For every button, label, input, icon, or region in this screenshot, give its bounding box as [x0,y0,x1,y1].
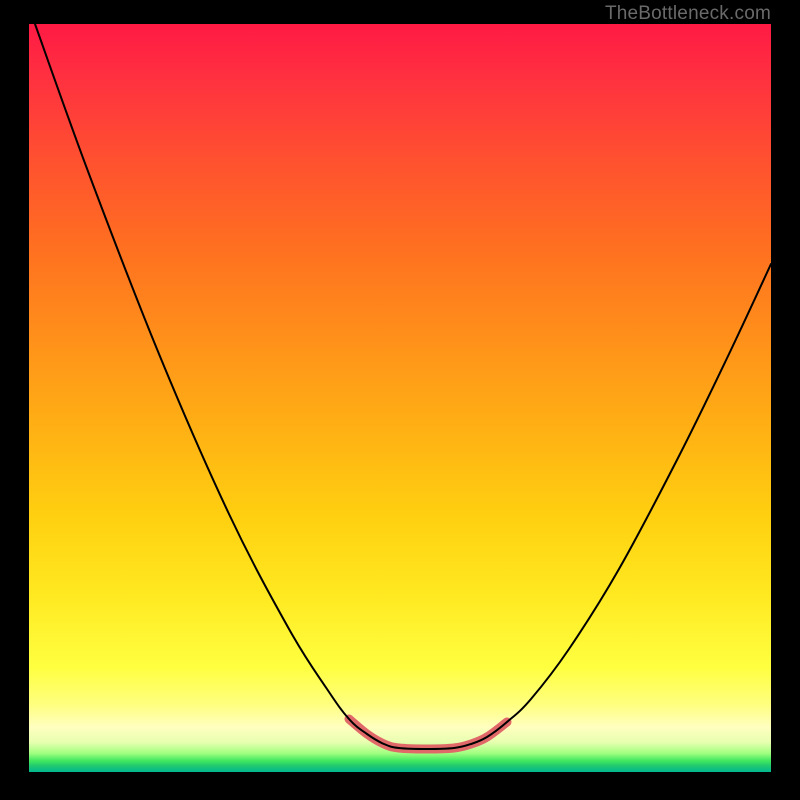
curve-path [35,24,771,749]
chart-svg [29,24,771,772]
watermark-text: TheBottleneck.com [605,3,771,25]
chart-area [29,24,771,772]
valley-highlight-path [349,719,507,749]
